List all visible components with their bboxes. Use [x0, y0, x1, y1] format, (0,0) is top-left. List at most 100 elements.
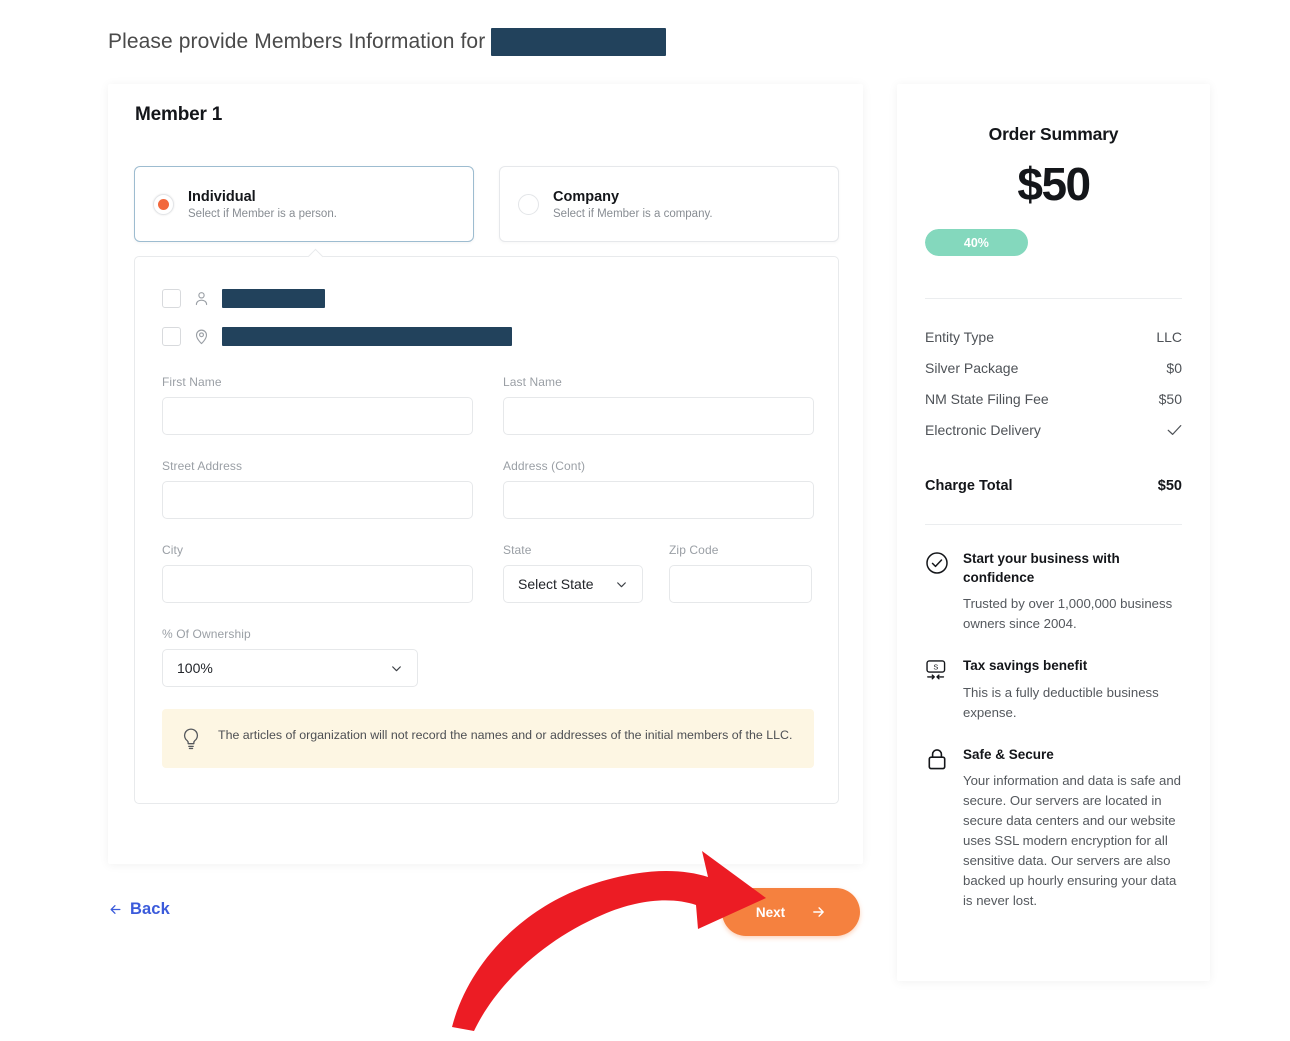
individual-form-panel: First Name Last Name Street Address Addr — [134, 248, 839, 804]
progress-bar-fill: 40% — [925, 229, 1028, 256]
trust-badge-title: Tax savings benefit — [963, 658, 1088, 674]
line-item-value: $0 — [1166, 359, 1182, 376]
next-button[interactable]: Next — [722, 888, 860, 936]
option-individual-title: Individual — [188, 188, 256, 205]
label-first-name: First Name — [162, 375, 222, 389]
form-fields: First Name Last Name Street Address Addr — [162, 375, 814, 711]
trust-badges: Start your business with confidence Trust… — [925, 549, 1182, 911]
field-address-cont: Address (Cont) — [503, 459, 814, 519]
field-row-address: Street Address Address (Cont) — [162, 459, 814, 519]
field-row-city-state-zip: City State Select State Zip Code — [162, 543, 814, 603]
line-item-label: Entity Type — [925, 328, 995, 345]
first-name-input[interactable] — [162, 397, 473, 435]
field-ownership: % Of Ownership 100% — [162, 627, 418, 687]
saved-address-row[interactable] — [162, 327, 512, 346]
trust-badge: Safe & Secure Your information and data i… — [925, 745, 1182, 912]
member-type-selector: Individual Select if Member is a person.… — [134, 166, 839, 242]
summary-divider-top — [925, 298, 1182, 299]
saved-name-row[interactable] — [162, 289, 325, 308]
person-icon — [195, 292, 208, 306]
radio-individual-icon[interactable] — [153, 193, 174, 215]
back-link-label: Back — [130, 900, 170, 918]
line-item-value — [1167, 424, 1182, 436]
state-select[interactable]: Select State — [503, 565, 643, 603]
saved-name-checkbox[interactable] — [162, 289, 181, 308]
member-type-option-company[interactable]: Company Select if Member is a company. — [499, 166, 839, 242]
saved-address-checkbox[interactable] — [162, 327, 181, 346]
line-item-value: LLC — [1156, 328, 1182, 345]
back-link[interactable]: Back — [108, 900, 170, 919]
panel-notch — [307, 248, 324, 265]
option-company-subtitle: Select if Member is a company. — [553, 207, 713, 220]
field-row-name: First Name Last Name — [162, 375, 814, 435]
articles-notice-text: The articles of organization will not re… — [218, 728, 793, 742]
field-last-name: Last Name — [503, 375, 814, 435]
chevron-down-icon — [392, 665, 401, 671]
order-summary-panel: Order Summary $50 40% Entity Type LLC Silv… — [897, 84, 1210, 981]
svg-text:S: S — [933, 663, 938, 672]
line-item-label: NM State Filing Fee — [925, 390, 1049, 407]
trust-badge-title: Start your business with confidence — [963, 551, 1120, 586]
line-item-value: $50 — [1158, 390, 1182, 407]
field-city: City — [162, 543, 473, 603]
page-title: Please provide Members Information for — [108, 28, 667, 56]
label-city: City — [162, 543, 184, 557]
address-cont-input[interactable] — [503, 481, 814, 519]
annotation-arrow-to-next — [452, 851, 766, 1031]
label-address-cont: Address (Cont) — [503, 459, 586, 473]
field-street-address: Street Address — [162, 459, 473, 519]
member-type-option-individual[interactable]: Individual Select if Member is a person. — [134, 166, 474, 242]
option-individual-subtitle: Select if Member is a person. — [188, 207, 337, 220]
state-select-value: Select State — [518, 576, 594, 592]
trust-badge-body: Your information and data is safe and se… — [963, 772, 1181, 909]
lock-icon — [928, 748, 946, 770]
line-item-label: Silver Package — [925, 359, 1019, 376]
summary-line-items: Entity Type LLC Silver Package $0 NM State F… — [925, 321, 1182, 445]
line-item-label: Electronic Delivery — [925, 421, 1041, 438]
trust-badge-body: This is a fully deductible business expe… — [963, 684, 1159, 720]
field-state: State Select State — [503, 543, 643, 603]
summary-line-item: Entity Type LLC — [925, 321, 1182, 352]
articles-notice-banner: The articles of organization will not re… — [162, 709, 814, 768]
last-name-input[interactable] — [503, 397, 814, 435]
field-zip-code: Zip Code — [669, 543, 812, 603]
location-pin-icon — [195, 329, 208, 345]
page-title-text: Please provide Members Information for — [108, 30, 486, 53]
arrow-left-icon — [110, 905, 121, 914]
ownership-select[interactable]: 100% — [162, 649, 418, 687]
trust-badge: Start your business with confidence Trust… — [925, 549, 1182, 634]
checkmark-icon — [1167, 424, 1182, 435]
trust-badge-body: Trusted by over 1,000,000 business owner… — [963, 596, 1173, 632]
trust-badge-texts: Start your business with confidence Trust… — [963, 549, 1182, 634]
page-root: Please provide Members Information for M… — [0, 0, 1290, 1041]
radio-company-icon[interactable] — [518, 193, 539, 215]
label-zip-code: Zip Code — [669, 543, 719, 557]
order-summary-title: Order Summary — [988, 124, 1119, 144]
zip-code-input[interactable] — [669, 565, 812, 603]
trust-badge-texts: Safe & Secure Your information and data i… — [963, 745, 1182, 912]
summary-line-item: Electronic Delivery — [925, 414, 1182, 445]
redacted-saved-name — [222, 289, 325, 308]
summary-divider-bottom — [925, 524, 1182, 525]
order-summary-price: $50 — [1017, 158, 1091, 210]
redacted-company-name — [491, 28, 667, 56]
summary-line-item: Silver Package $0 — [925, 352, 1182, 383]
label-last-name: Last Name — [503, 375, 562, 389]
progress-bar-track: 40% — [925, 229, 1182, 256]
money-transfer-icon: S — [926, 660, 946, 680]
street-address-input[interactable] — [162, 481, 473, 519]
summary-line-item: NM State Filing Fee $50 — [925, 383, 1182, 414]
label-street-address: Street Address — [162, 459, 243, 473]
member-form-card: Member 1 Individual Select if Member is … — [108, 84, 863, 864]
lightbulb-icon — [183, 728, 199, 750]
trust-badge-texts: Tax savings benefit This is a fully deduc… — [963, 656, 1182, 722]
trust-badge: S Tax savings benefit This is a fully dedu… — [925, 656, 1182, 722]
progress-bar-label: 40% — [963, 235, 989, 250]
arrow-right-icon — [813, 907, 824, 917]
charge-total-value: $50 — [1157, 478, 1182, 494]
city-input[interactable] — [162, 565, 473, 603]
label-state: State — [503, 543, 532, 557]
next-button-label: Next — [755, 904, 786, 920]
trust-badge-title: Safe & Secure — [963, 746, 1054, 762]
option-company-title: Company — [553, 188, 620, 205]
